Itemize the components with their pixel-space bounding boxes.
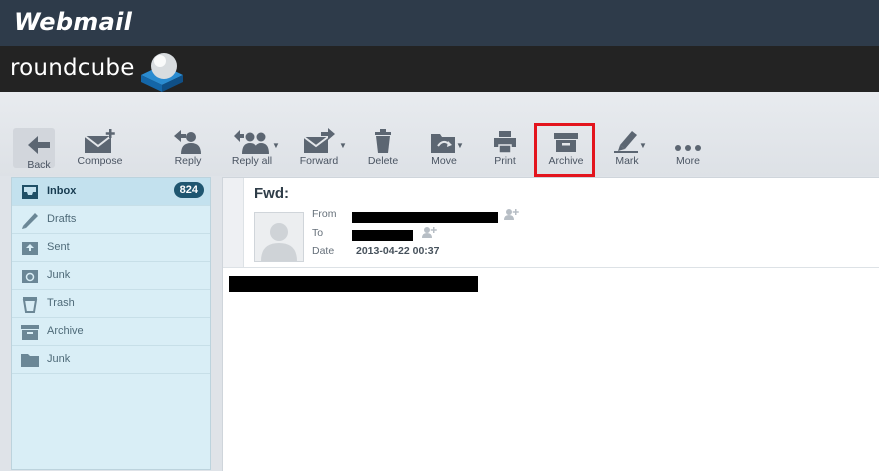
forward-envelope-icon xyxy=(303,128,335,153)
folder-name: Trash xyxy=(47,297,75,309)
mark-button[interactable]: Mark ▼ xyxy=(599,128,655,172)
reply-all-dropdown-icon[interactable]: ▼ xyxy=(272,141,280,150)
webmail-logo: Webmail xyxy=(14,8,133,36)
back-button[interactable]: Back xyxy=(11,132,67,176)
message-subject: Fwd: xyxy=(254,185,289,202)
roundcube-cube-icon xyxy=(141,53,183,92)
folder-item-drafts[interactable]: Drafts xyxy=(12,206,210,234)
forward-dropdown-icon[interactable]: ▼ xyxy=(339,141,347,150)
compose-envelope-icon xyxy=(84,129,115,153)
folder-item-junk[interactable]: Junk xyxy=(12,262,210,290)
reply-label: Reply xyxy=(174,155,202,167)
reply-all-button[interactable]: Reply all ▼ xyxy=(224,128,280,172)
more-label: More xyxy=(676,155,700,167)
trash-icon xyxy=(375,129,391,153)
printer-icon xyxy=(494,131,516,154)
move-folder-icon xyxy=(431,134,455,153)
print-label: Print xyxy=(494,155,516,167)
redacted-message-body xyxy=(229,276,478,292)
archive-highlight-box xyxy=(534,123,595,177)
reply-button[interactable]: Reply xyxy=(160,128,216,172)
more-button[interactable]: More xyxy=(660,128,716,172)
header-toggle-strip[interactable] xyxy=(223,178,244,267)
message-date: 2013-04-22 00:37 xyxy=(356,245,440,257)
mark-label: Mark xyxy=(615,155,639,167)
folder-item-archive[interactable]: Archive xyxy=(12,318,210,346)
folder-icon xyxy=(21,354,39,367)
junk-recycle-icon xyxy=(22,270,38,283)
folder-item-trash[interactable]: Trash xyxy=(12,290,210,318)
move-button[interactable]: Move ▼ xyxy=(416,128,472,172)
contact-avatar xyxy=(254,212,304,262)
folder-list: Inbox 824 Drafts Sent Junk Trash Archive… xyxy=(11,177,211,470)
archive-box-icon xyxy=(21,325,39,340)
sent-tray-icon xyxy=(22,242,38,255)
unread-count-badge: 824 xyxy=(173,182,204,198)
folder-name: Drafts xyxy=(47,213,77,225)
folder-name: Archive xyxy=(47,325,84,337)
back-arrow-icon xyxy=(28,136,50,154)
reply-all-icon xyxy=(234,130,269,154)
folder-item-inbox[interactable]: Inbox 824 xyxy=(12,178,210,206)
person-silhouette-icon xyxy=(261,223,297,261)
redacted-sender xyxy=(352,212,498,223)
pencil-icon xyxy=(22,213,38,229)
folder-name: Sent xyxy=(47,241,70,253)
folder-name: Inbox xyxy=(47,185,77,197)
more-dots-icon xyxy=(675,145,701,151)
compose-button[interactable]: Compose xyxy=(72,128,128,172)
brand-bar: roundcube xyxy=(0,46,879,92)
date-label: Date xyxy=(312,245,335,257)
move-label: Move xyxy=(431,155,457,167)
compose-label: Compose xyxy=(77,155,123,167)
add-contact-icon[interactable] xyxy=(503,208,519,220)
move-dropdown-icon[interactable]: ▼ xyxy=(456,141,464,150)
folder-item-sent[interactable]: Sent xyxy=(12,234,210,262)
print-button[interactable]: Print xyxy=(477,128,533,172)
forward-label: Forward xyxy=(299,155,339,167)
trash-icon xyxy=(22,297,38,313)
add-contact-icon[interactable] xyxy=(421,226,437,238)
from-label: From xyxy=(312,208,337,220)
folder-name: Junk xyxy=(47,353,71,365)
to-label: To xyxy=(312,227,324,239)
reply-icon xyxy=(174,130,201,154)
roundcube-logo: roundcube xyxy=(10,55,135,81)
redacted-recipient xyxy=(352,230,413,241)
mark-dropdown-icon[interactable]: ▼ xyxy=(639,141,647,150)
folder-item-junk-folder[interactable]: Junk xyxy=(12,346,210,374)
delete-button[interactable]: Delete xyxy=(355,128,411,172)
message-preview-pane: Fwd: From To Date 2013-04-22 00:37 xyxy=(222,177,879,471)
forward-button[interactable]: Forward ▼ xyxy=(291,128,347,172)
reply-all-label: Reply all xyxy=(231,155,273,167)
message-header: Fwd: From To Date 2013-04-22 00:37 xyxy=(223,178,879,268)
folder-name: Junk xyxy=(47,269,71,281)
delete-label: Delete xyxy=(367,155,399,167)
top-banner: Webmail xyxy=(0,0,879,46)
mark-pen-icon xyxy=(614,131,638,153)
back-label: Back xyxy=(27,159,51,171)
inbox-icon xyxy=(22,185,38,199)
